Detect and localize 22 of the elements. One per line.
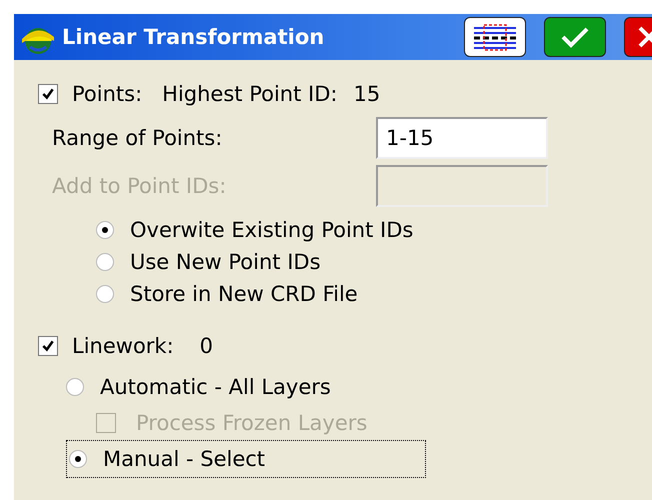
lines-icon [472, 23, 518, 51]
checkmark-icon [41, 87, 55, 101]
range-label: Range of Points: [52, 126, 224, 150]
points-label: Points: [72, 82, 142, 106]
ok-button[interactable] [544, 17, 606, 57]
highest-point-label: Highest Point ID: [162, 82, 338, 106]
radio-option[interactable]: Store in New CRD File [96, 278, 652, 310]
linework-label: Linework: [72, 334, 174, 358]
radio-option[interactable]: Overwite Existing Point IDs [96, 214, 652, 246]
radio-option[interactable]: Manual - Select [66, 440, 426, 478]
points-checkbox[interactable] [38, 84, 58, 104]
radio-option[interactable]: Use New Point IDs [96, 246, 652, 278]
radio-option[interactable]: Automatic - All Layers [66, 368, 652, 406]
linework-count: 0 [200, 334, 214, 358]
checkmark-icon [560, 25, 590, 49]
range-field[interactable]: 1-15 [376, 117, 548, 159]
checkmark-icon [41, 339, 55, 353]
add-ids-label: Add to Point IDs: [52, 174, 228, 198]
linework-checkbox[interactable] [38, 336, 58, 356]
highest-point-value: 15 [353, 82, 380, 106]
layer-list-button[interactable] [464, 17, 526, 57]
window-title: Linear Transformation [62, 25, 324, 49]
